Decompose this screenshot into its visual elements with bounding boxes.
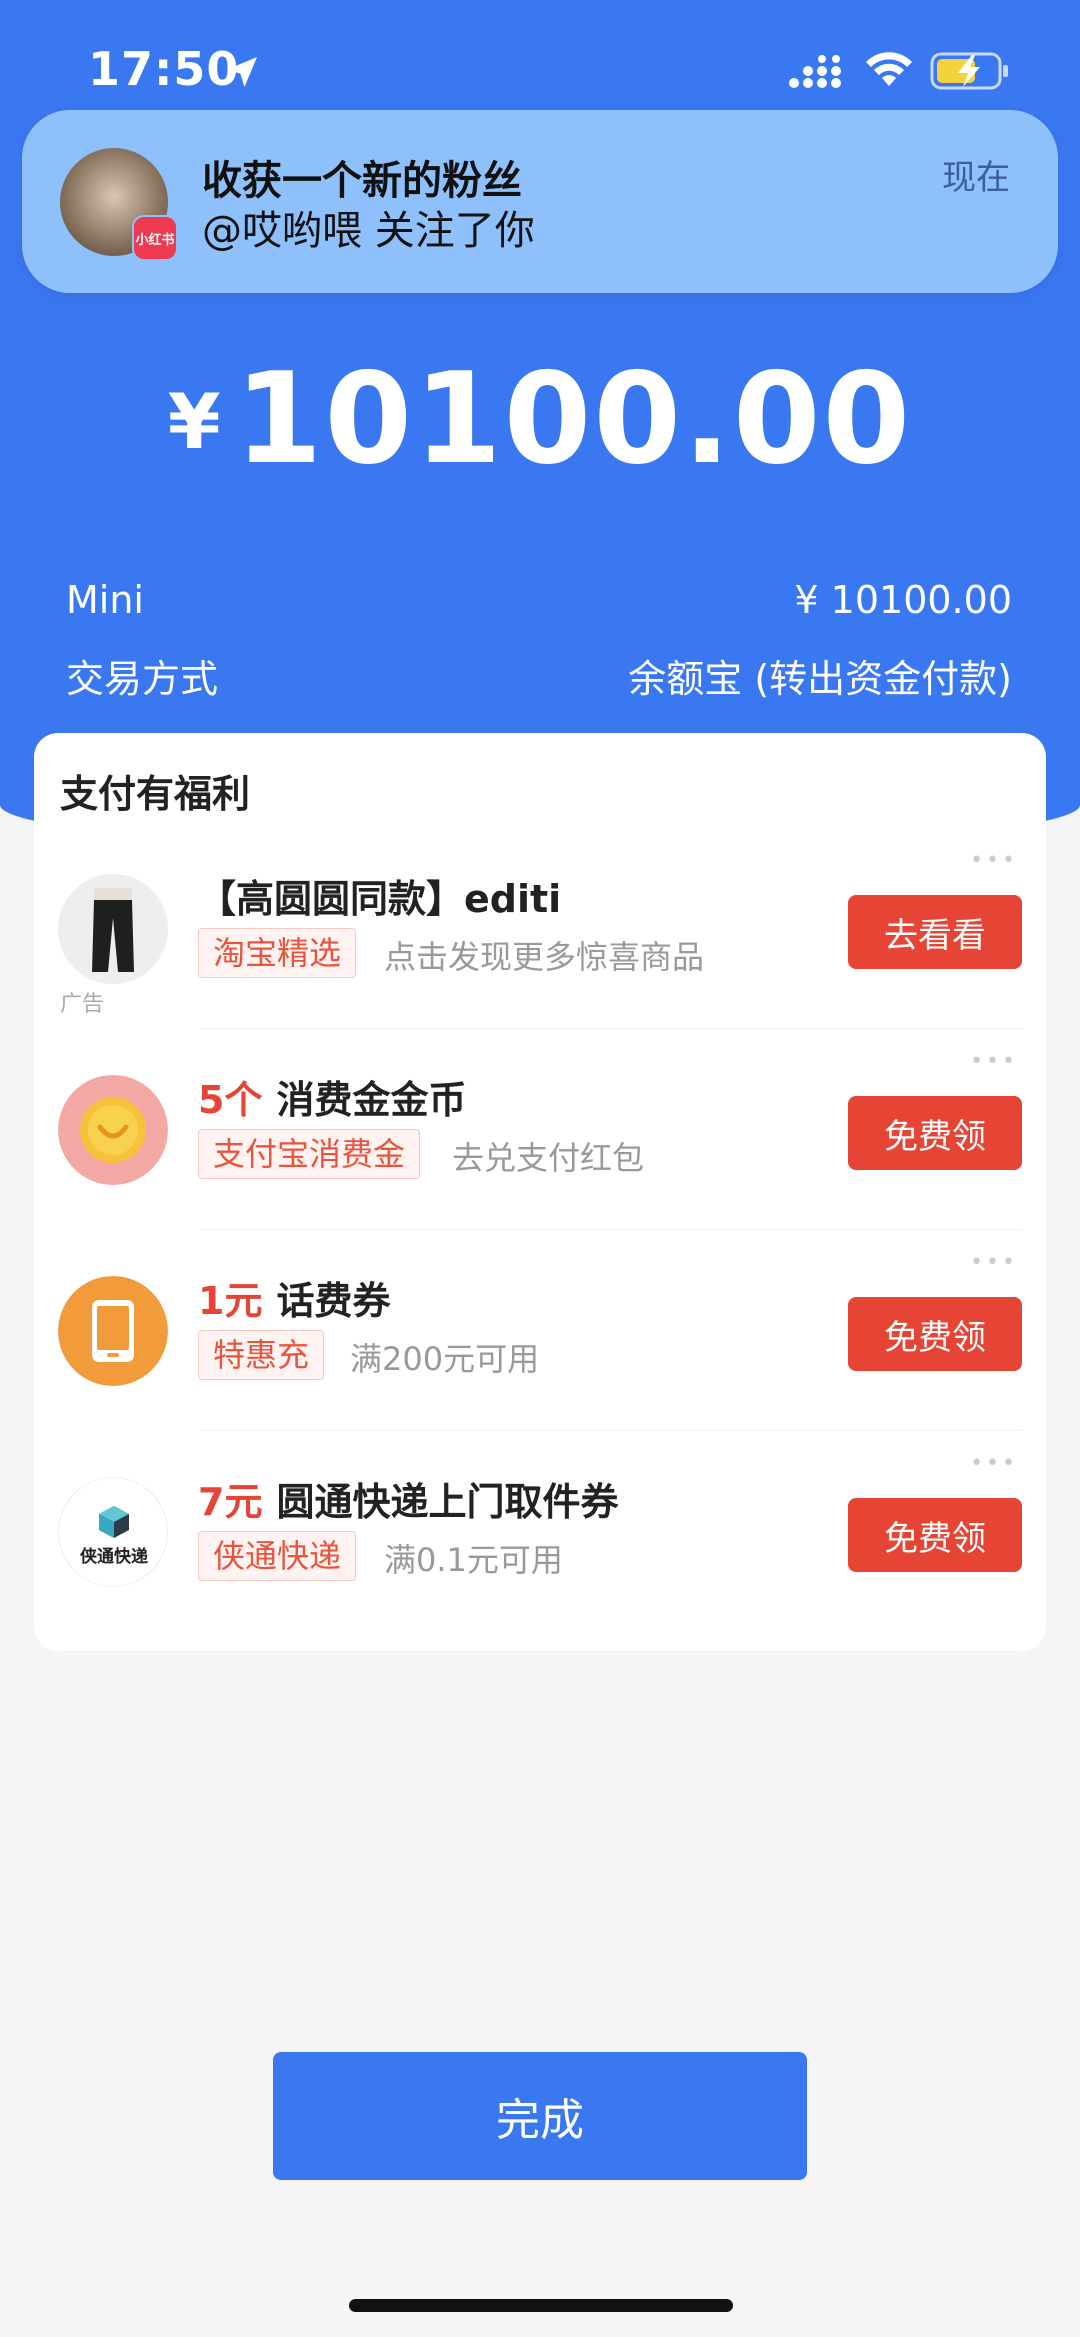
item-title-text: 消费金金币 [276, 1078, 467, 1122]
location-arrow-icon [227, 57, 257, 87]
more-options-icon[interactable]: ••• [970, 848, 1018, 873]
payee-amount: ¥ 10100.00 [794, 578, 1012, 622]
item-title: 【高圆圆同款】editi [198, 868, 561, 923]
more-options-icon[interactable]: ••• [970, 1451, 1018, 1476]
item-tag: 特惠充 [198, 1330, 325, 1380]
claim-free-button[interactable]: 免费领 [848, 1498, 1022, 1572]
item-subtitle: 去兑支付红包 [452, 1139, 645, 1177]
payment-method-row: 交易方式 余额宝 (转出资金付款) [66, 648, 1012, 703]
item-title: 5个 消费金金币 [198, 1069, 466, 1124]
item-title-highlight: 1元 [198, 1279, 263, 1323]
claim-free-button[interactable]: 免费领 [848, 1096, 1022, 1170]
payment-method-value: 余额宝 (转出资金付款) [628, 657, 1012, 701]
item-title-text: 【高圆圆同款】editi [198, 877, 562, 921]
battery-charging-icon [930, 52, 1008, 90]
payment-amount: ¥10100.00 [0, 345, 1080, 492]
item-title: 7元 圆通快递上门取件券 [198, 1471, 618, 1526]
home-indicator[interactable] [349, 2299, 733, 2312]
currency-symbol: ¥ [167, 377, 221, 466]
item-title-text: 话费券 [276, 1279, 391, 1323]
xiaohongshu-app-icon: 小红书 [132, 215, 178, 261]
notification-time: 现在 [942, 158, 1010, 198]
payee-row: Mini ¥ 10100.00 [66, 578, 1012, 622]
item-title-text: 圆通快递上门取件券 [276, 1480, 619, 1524]
wifi-icon [866, 52, 912, 86]
item-subtitle: 满0.1元可用 [384, 1541, 563, 1579]
push-notification[interactable]: 小红书 收获一个新的粉丝 @哎哟喂 关注了你 现在 [22, 110, 1058, 293]
benefits-card: 支付有福利 ••• 广告 【高圆圆同款】editi 淘宝精选 点击发现更多惊喜商… [34, 733, 1046, 1651]
amount-value: 10100.00 [234, 345, 913, 492]
notification-body: @哎哟喂 关注了你 [202, 208, 535, 254]
list-item[interactable]: ••• 5个 消费金金币 支付宝消费金 去兑支付红包 免费领 [34, 1029, 1046, 1230]
phone-icon [58, 1276, 168, 1386]
pants-icon [58, 874, 168, 984]
done-button[interactable]: 完成 [273, 2052, 807, 2180]
coin-icon [58, 1075, 168, 1185]
item-title: 1元 话费券 [198, 1270, 390, 1325]
item-title-highlight: 5个 [198, 1078, 263, 1122]
payment-method-label: 交易方式 [66, 657, 219, 701]
more-options-icon[interactable]: ••• [970, 1250, 1018, 1275]
cellular-signal-icon [789, 55, 841, 88]
list-item[interactable]: ••• 1元 话费券 特惠充 满200元可用 免费领 [34, 1230, 1046, 1431]
item-subtitle: 满200元可用 [350, 1340, 540, 1378]
courier-logo-text: 侠通快递 [80, 1547, 148, 1567]
list-item[interactable]: ••• 侠通快递 7元 圆通快递上门取件券 侠通快递 满0.1元可用 免费领 [34, 1431, 1046, 1632]
item-tag: 淘宝精选 [198, 928, 357, 978]
payee-label: Mini [66, 578, 144, 622]
item-tag: 侠通快递 [198, 1531, 357, 1581]
status-time: 17:50 [88, 42, 240, 96]
item-title-highlight: 7元 [198, 1480, 263, 1524]
courier-logo-icon: 侠通快递 [58, 1477, 168, 1587]
more-options-icon[interactable]: ••• [970, 1049, 1018, 1074]
item-tag: 支付宝消费金 [198, 1129, 421, 1179]
go-see-button[interactable]: 去看看 [848, 895, 1022, 969]
ad-label: 广告 [60, 992, 105, 1017]
benefits-title: 支付有福利 [60, 772, 251, 816]
list-item[interactable]: ••• 广告 【高圆圆同款】editi 淘宝精选 点击发现更多惊喜商品 去看看 [34, 828, 1046, 1029]
item-subtitle: 点击发现更多惊喜商品 [384, 938, 705, 976]
claim-free-button[interactable]: 免费领 [848, 1297, 1022, 1371]
